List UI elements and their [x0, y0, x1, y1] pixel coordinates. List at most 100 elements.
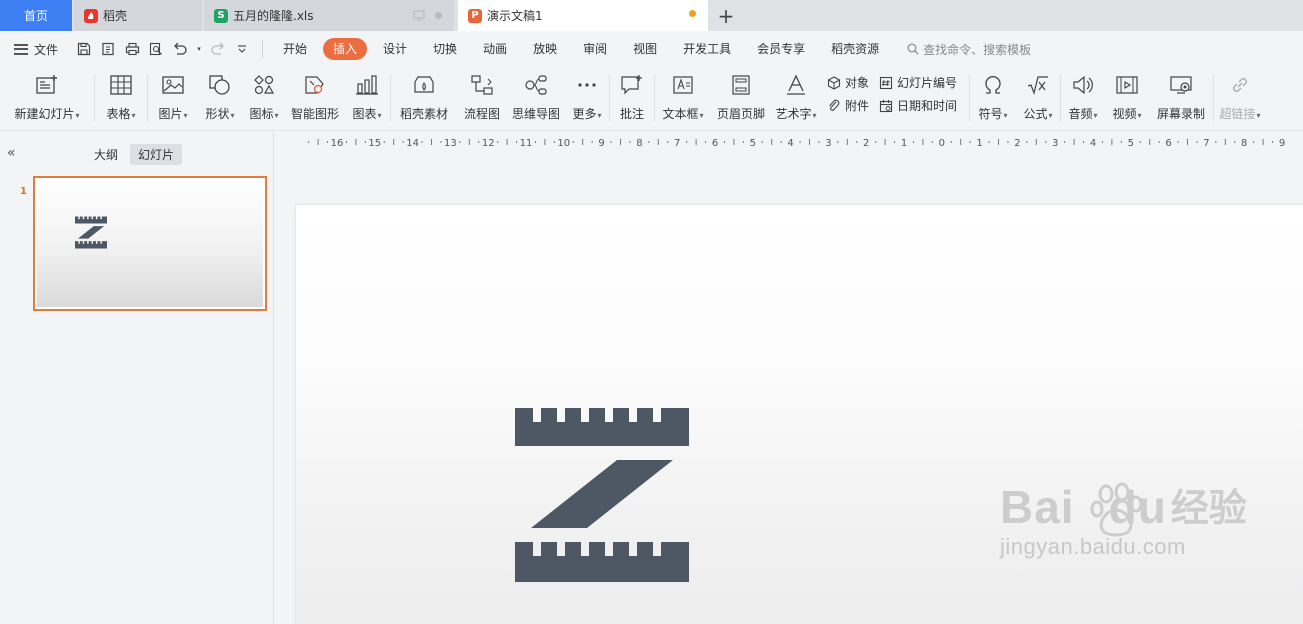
tab-presentation[interactable]: P 演示文稿1 [458, 0, 708, 31]
paperclip-icon [829, 99, 840, 111]
ribbon-tab-10[interactable]: 稻壳资源 [821, 38, 889, 60]
tab-slides-label: 幻灯片 [138, 148, 175, 162]
slide-1[interactable] [296, 205, 1303, 624]
ribbon-tab-4[interactable]: 动画 [473, 38, 517, 60]
video-button[interactable]: 视频▾ [1105, 67, 1149, 129]
ruler-label: 2 [1014, 138, 1020, 149]
spreadsheet-file-icon: S [214, 8, 228, 23]
flowchart-icon [469, 72, 495, 98]
undo-dropdown-icon[interactable]: ▾ [196, 41, 202, 57]
tab-slides[interactable]: 幻灯片 [130, 144, 183, 165]
icon-button[interactable]: 图标▾ [242, 67, 286, 129]
object-icon [827, 75, 841, 90]
menu-bar: 文件 ▾ 开始 插入 设计 切换 动画 放映 审阅 视图 开发工具 会员专享 稻壳资源 查找命令、搜… [0, 31, 1303, 67]
new-slide-button[interactable]: 新建幻灯片▾ [0, 67, 94, 129]
export-pdf-icon[interactable] [100, 41, 116, 57]
attachment-label: 附件 [845, 99, 870, 113]
shape-button[interactable]: 形状▾ [198, 67, 242, 129]
docer-material-button[interactable]: 稻壳素材 [391, 67, 457, 129]
customize-toolbar-icon[interactable] [234, 41, 250, 57]
new-tab-button[interactable]: + [708, 0, 744, 31]
header-footer-button[interactable]: 页眉页脚 [711, 67, 771, 129]
textbox-label: 文本框 [662, 107, 699, 121]
watermark-cn: 经验 [1170, 486, 1247, 530]
hyperlink-button[interactable]: 超链接▾ [1214, 67, 1266, 129]
object-button[interactable]: 对象 [827, 74, 879, 91]
date-time-button[interactable]: 日期和时间 [879, 97, 969, 114]
chart-button[interactable]: 图表▾ [344, 67, 390, 129]
print-icon[interactable] [124, 41, 140, 57]
panel-view-tabs: 大纲 幻灯片 [86, 144, 183, 165]
ribbon-tab-0[interactable]: 开始 [273, 38, 317, 60]
comment-button[interactable]: 批注 [610, 67, 654, 129]
wordart-label: 艺术字 [775, 107, 812, 121]
collapse-panel-icon[interactable]: « [7, 145, 16, 161]
more-dots-icon [574, 72, 600, 98]
ruler-label: 16 [331, 138, 344, 149]
search-placeholder: 查找命令、搜索模板 [923, 42, 1032, 57]
mindmap-button[interactable]: 思维导图 [507, 67, 565, 129]
textbox-icon [670, 72, 696, 98]
ribbon-tab-7[interactable]: 视图 [623, 38, 667, 60]
formula-button[interactable]: 公式▾ [1016, 67, 1060, 129]
file-menu-button[interactable]: 文件 [0, 41, 70, 58]
ribbon-tab-8[interactable]: 开发工具 [673, 38, 741, 60]
ruler-label: 14 [406, 138, 419, 149]
monitor-icon[interactable] [413, 10, 425, 21]
speaker-icon [1070, 72, 1096, 98]
date-time-label: 日期和时间 [897, 99, 958, 113]
audio-button[interactable]: 音频▾ [1061, 67, 1105, 129]
attachment-button[interactable]: 附件 [827, 97, 879, 114]
undo-icon[interactable] [172, 41, 188, 57]
slide-number-button[interactable]: 幻灯片编号 [879, 74, 969, 91]
ribbon-tab-2[interactable]: 设计 [373, 38, 417, 60]
more-button[interactable]: 更多▾ [565, 67, 609, 129]
screen-record-icon [1168, 72, 1194, 98]
ruler-label: 1 [976, 138, 982, 149]
flowchart-button[interactable]: 流程图 [457, 67, 507, 129]
ribbon-tab-5[interactable]: 放映 [523, 38, 567, 60]
z-ruler-logo[interactable] [515, 408, 689, 582]
comment-label: 批注 [619, 107, 644, 121]
more-label: 更多 [572, 107, 597, 121]
smartart-button[interactable]: 智能图形 [286, 67, 344, 129]
mindmap-label: 思维导图 [511, 107, 560, 121]
ribbon-tab-3[interactable]: 切换 [423, 38, 467, 60]
slide-navigation-panel: « 大纲 幻灯片 1 [0, 132, 274, 624]
close-tab-icon[interactable] [435, 12, 442, 19]
save-icon[interactable] [76, 41, 92, 57]
print-preview-icon[interactable] [148, 41, 164, 57]
screen-record-button[interactable]: 屏幕录制 [1149, 67, 1213, 129]
search-icon [907, 43, 919, 55]
wordart-button[interactable]: 艺术字▾ [771, 67, 821, 129]
ribbon-tab-6[interactable]: 审阅 [573, 38, 617, 60]
tab-docer[interactable]: 稻壳 [74, 0, 202, 31]
ribbon-tab-1[interactable]: 插入 [323, 38, 368, 60]
quick-access-toolbar: ▾ [76, 41, 250, 57]
document-tab-bar: 首页 稻壳 S 五月的隆隆.xls P 演示文稿1 + [0, 0, 1303, 31]
redo-icon[interactable] [210, 41, 226, 57]
symbol-button[interactable]: 符号▾ [970, 67, 1016, 129]
horizontal-ruler[interactable]: 16 15 14 13 12 11 10 9 8 7 6 5 4 3 2 1 0 1 2 3 4 5 6 7 8 9 [297, 134, 1303, 150]
ruler-label: 6 [712, 138, 718, 149]
ruler-label: 8 [1241, 138, 1247, 149]
smartart-label: 智能图形 [290, 107, 339, 121]
tab-home[interactable]: 首页 [0, 0, 72, 31]
ribbon-tab-9[interactable]: 会员专享 [747, 38, 815, 60]
ruler-label: 2 [863, 138, 869, 149]
tab-outline[interactable]: 大纲 [86, 144, 126, 165]
textbox-button[interactable]: 文本框▾ [655, 67, 711, 129]
picture-button[interactable]: 图片▾ [148, 67, 198, 129]
watermark-brand-part1: Bai [1000, 481, 1075, 533]
formula-icon [1025, 72, 1051, 98]
table-button[interactable]: 表格▾ [95, 67, 147, 129]
slide-thumbnail[interactable] [33, 176, 267, 311]
tab-spreadsheet[interactable]: S 五月的隆隆.xls [204, 0, 454, 31]
ruler-label: 8 [636, 138, 642, 149]
command-search[interactable]: 查找命令、搜索模板 [907, 41, 1031, 58]
hamburger-icon [14, 43, 28, 55]
unsaved-indicator-icon[interactable] [689, 10, 696, 17]
tab-spreadsheet-label: 五月的隆隆.xls [233, 9, 314, 23]
shape-label: 形状 [205, 107, 230, 121]
ruler-label: 15 [368, 138, 381, 149]
